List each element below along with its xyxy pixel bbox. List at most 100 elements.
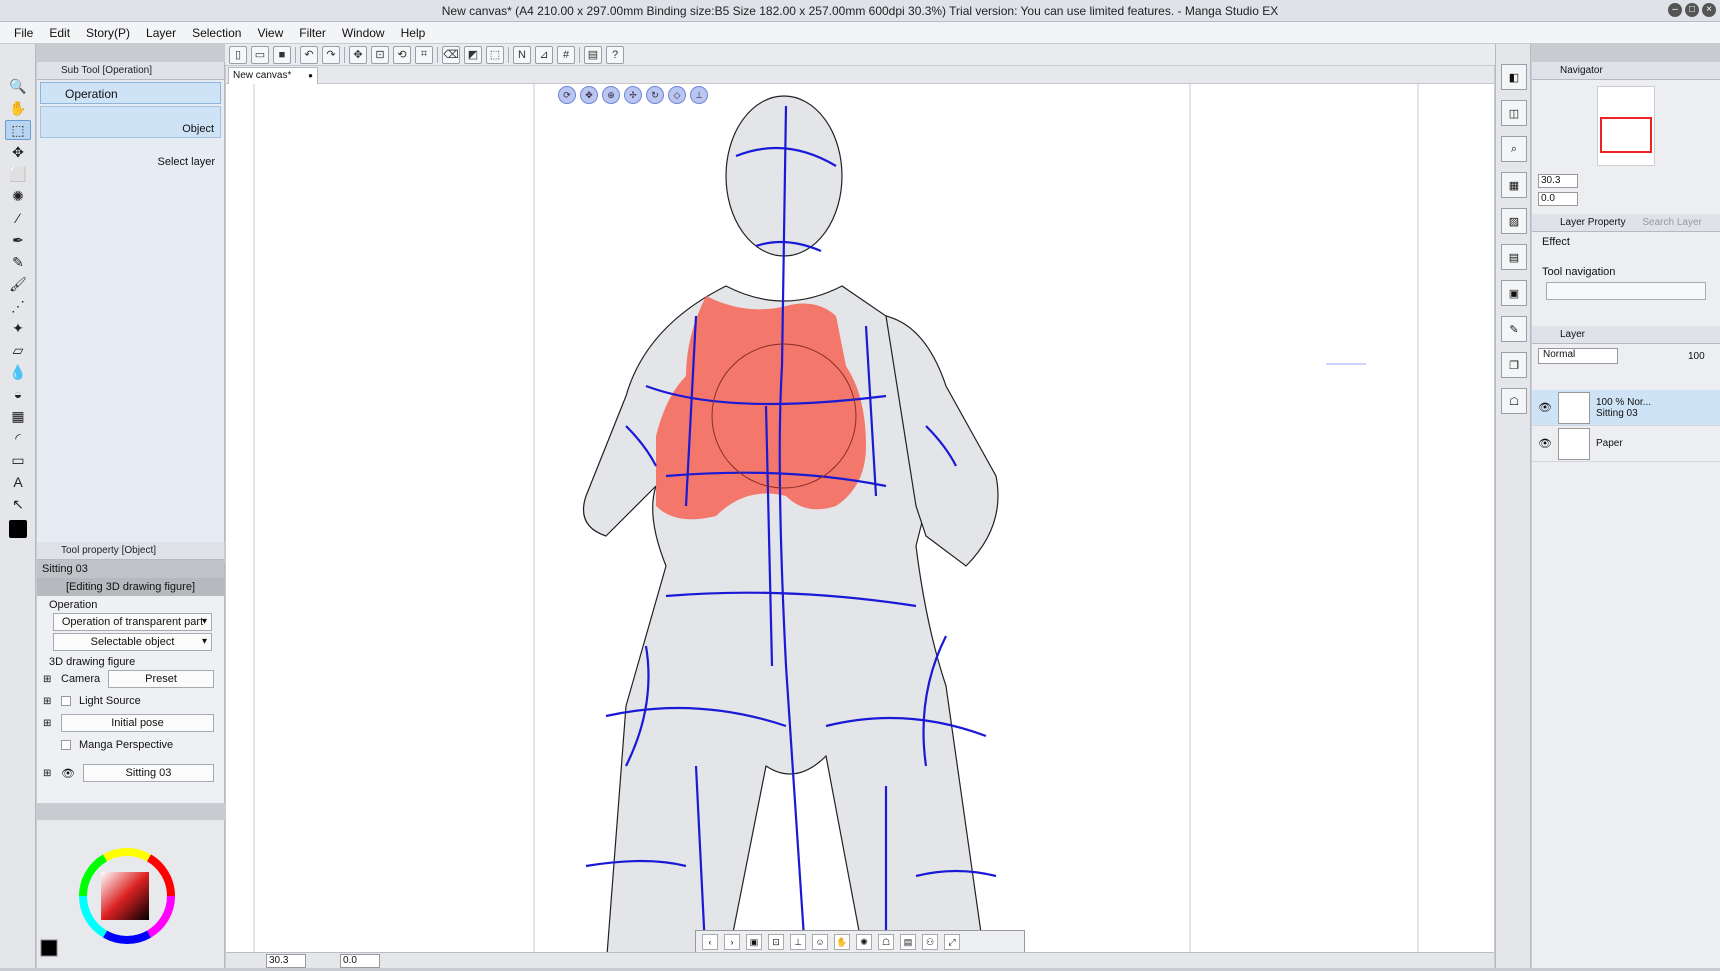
navigator-thumbnail[interactable] [1597,86,1655,166]
layer-row-sitting[interactable]: 👁 100 % Nor... Sitting 03 [1532,390,1720,426]
pen-tool-icon[interactable]: ✒ [5,230,31,250]
move-layer-tool-icon[interactable]: ✥ [5,142,31,162]
fit-icon[interactable]: ⊡ [768,934,784,950]
display-mode-icon[interactable]: ▤ [584,45,602,64]
canvas-figure[interactable] [226,66,1494,968]
subtool-item-select-layer[interactable]: Select layer [40,140,221,170]
next-icon[interactable]: › [724,934,740,950]
navigator-zoom[interactable]: 30.3 [1538,174,1578,188]
tab-close-icon[interactable]: ● [308,68,313,84]
menu-filter[interactable]: Filter [291,26,334,40]
auto-select-tool-icon[interactable]: ✺ [5,186,31,206]
image-icon[interactable]: ▨ [1501,208,1527,234]
status-angle[interactable]: 0.0 [340,954,380,968]
hand-tool-icon[interactable]: ✋ [5,98,31,118]
expand-icon[interactable]: ⊞ [43,696,53,707]
eye-icon[interactable]: 👁 [1538,437,1552,450]
palette-icon[interactable]: ◫ [1501,100,1527,126]
camera-rotate-icon[interactable]: ⟳ [558,86,576,104]
redo-icon[interactable]: ↷ [322,45,340,64]
eye-icon[interactable]: 👁 [1538,401,1552,414]
undo-icon[interactable]: ↶ [300,45,318,64]
expand-icon[interactable]: ⤢ [944,934,960,950]
decoration-tool-icon[interactable]: ✦ [5,318,31,338]
expand-icon[interactable]: ⊞ [43,718,53,729]
text-tool-icon[interactable]: A [5,472,31,492]
clear-icon[interactable]: ⌫ [442,45,460,64]
tab-new-canvas[interactable]: New canvas* ● [228,67,318,84]
navigator-viewport[interactable] [1600,117,1652,153]
minimize-icon[interactable]: – [1668,3,1682,17]
color-wheel[interactable] [37,820,225,968]
save-pose-icon[interactable]: ▤ [900,934,916,950]
airbrush-tool-icon[interactable]: ⋰ [5,296,31,316]
pose-icon[interactable]: ☺ [812,934,828,950]
eyedropper-tool-icon[interactable]: ⁄ [5,208,31,228]
maximize-icon[interactable]: □ [1685,3,1699,17]
menu-story[interactable]: Story(P) [78,26,138,40]
expand-icon[interactable]: ⊞ [43,768,53,779]
frame-tool-icon[interactable]: ◜ [5,428,31,448]
object-cube-icon[interactable]: ◇ [668,86,686,104]
figure-icon[interactable]: ☖ [1501,388,1527,414]
object-ground-icon[interactable]: ⊥ [690,86,708,104]
manga-perspective-checkbox[interactable] [61,740,71,750]
brush-tool-icon[interactable]: 🖌 [5,274,31,294]
search-layer-icon[interactable]: ⌕ [1501,136,1527,162]
correct-line-tool-icon[interactable]: ↖ [5,494,31,514]
object-rotate-icon[interactable]: ↻ [646,86,664,104]
photo-icon[interactable]: ▣ [1501,280,1527,306]
search-layer-tab[interactable]: Search Layer [1642,217,1701,228]
eraser-tool-icon[interactable]: ▱ [5,340,31,360]
subtool-item-object[interactable]: Object [40,106,221,138]
ground-icon[interactable]: ⊥ [790,934,806,950]
blend-mode-dropdown[interactable]: Normal [1538,348,1618,364]
scale-icon[interactable]: ⊡ [371,45,389,64]
camera-zoom-icon[interactable]: ⊕ [602,86,620,104]
edit-icon[interactable]: ✎ [1501,316,1527,342]
status-zoom[interactable]: 30.3 [266,954,306,968]
subtool-group-operation[interactable]: Operation [40,82,221,104]
snap-grid-icon[interactable]: # [557,45,575,64]
initial-pose-button[interactable]: Initial pose [61,714,214,732]
copy-icon[interactable]: ❐ [1501,352,1527,378]
snap-ruler-icon[interactable]: N [513,45,531,64]
menu-file[interactable]: File [6,26,41,40]
pattern-icon[interactable]: ▦ [1501,172,1527,198]
canvas-area[interactable] [226,66,1494,968]
fill-tool-icon[interactable]: ◒ [5,384,31,404]
tool-navigation-button[interactable] [1546,282,1706,300]
menu-edit[interactable]: Edit [41,26,78,40]
rotate-icon[interactable]: ⟲ [393,45,411,64]
figure-tool-icon[interactable]: ▭ [5,450,31,470]
object-move-icon[interactable]: ✢ [624,86,642,104]
hand-icon[interactable]: ✋ [834,934,850,950]
selectable-object-dropdown[interactable]: Selectable object [53,633,212,651]
save-icon[interactable]: ■ [273,45,291,64]
deform-icon[interactable]: ⌗ [415,45,433,64]
preset-dropdown[interactable]: Preset [108,670,214,688]
camera-preset-icon[interactable]: ▣ [746,934,762,950]
help-icon[interactable]: ? [606,45,624,64]
layer-property-tab[interactable]: Layer Property [1560,217,1626,228]
opacity-value[interactable]: 100 [1688,351,1714,362]
menu-selection[interactable]: Selection [184,26,249,40]
zoom-tool-icon[interactable]: 🔍 [5,76,31,96]
main-color-swatch[interactable] [9,520,27,538]
snap-special-icon[interactable]: ⊿ [535,45,553,64]
light-checkbox[interactable] [61,696,71,706]
menu-view[interactable]: View [249,26,291,40]
camera-pan-icon[interactable]: ✥ [580,86,598,104]
sitting-dropdown[interactable]: Sitting 03 [82,764,214,782]
eye-icon[interactable]: 👁 [61,767,75,780]
transparent-part-dropdown[interactable]: Operation of transparent part [53,613,212,631]
body-icon[interactable]: ☖ [878,934,894,950]
new-file-icon[interactable]: ▯ [229,45,247,64]
gradient-tool-icon[interactable]: ▦ [5,406,31,426]
fill-icon[interactable]: ◩ [464,45,482,64]
close-icon[interactable]: × [1702,3,1716,17]
transform-icon[interactable]: ✥ [349,45,367,64]
material-icon[interactable]: ◧ [1501,64,1527,90]
open-folder-icon[interactable]: ▭ [251,45,269,64]
body-type-icon[interactable]: ⚇ [922,934,938,950]
